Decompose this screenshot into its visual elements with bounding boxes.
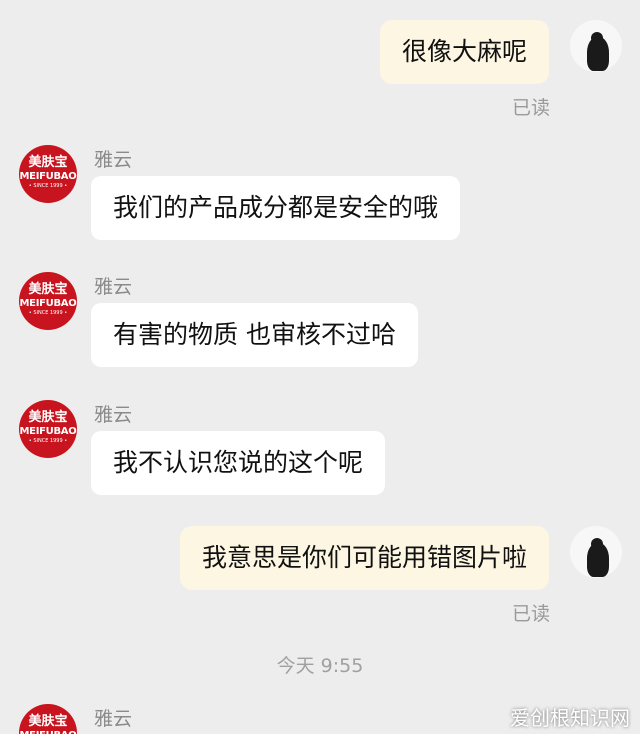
- time-separator: 今天 9:55: [276, 655, 364, 677]
- brand-avatar[interactable]: 美肤宝 MEIFUBAO • SINCE 1999 •: [19, 145, 77, 203]
- watermark: 爱创根知识网: [510, 706, 630, 730]
- brand-avatar[interactable]: 美肤宝 MEIFUBAO • SINCE 1999 •: [19, 272, 77, 330]
- sender-name: 雅云: [94, 708, 133, 730]
- user-avatar[interactable]: [570, 20, 622, 72]
- user-silhouette-icon: [587, 538, 609, 577]
- sender-name: 雅云: [94, 149, 133, 171]
- read-status: 已读: [511, 603, 550, 625]
- brand-logo-en: MEIFUBAO: [19, 298, 77, 309]
- sender-name: 雅云: [94, 404, 133, 426]
- brand-avatar[interactable]: 美肤宝 MEIFUBAO • SINCE 1999 •: [19, 704, 77, 734]
- brand-logo-en: MEIFUBAO: [19, 730, 77, 734]
- message-bubble-other[interactable]: 我不认识您说的这个呢: [91, 431, 386, 495]
- brand-logo-cn: 美肤宝: [28, 155, 68, 170]
- brand-logo-since: • SINCE 1999 •: [28, 183, 68, 189]
- user-silhouette-icon: [587, 32, 609, 71]
- chat-window: 很像大麻呢 已读 美肤宝 MEIFUBAO • SINCE 1999 • 雅云 …: [0, 0, 640, 734]
- message-bubble-other[interactable]: 有害的物质 也审核不过哈: [91, 303, 418, 367]
- brand-avatar[interactable]: 美肤宝 MEIFUBAO • SINCE 1999 •: [19, 400, 77, 458]
- brand-logo-cn: 美肤宝: [28, 282, 68, 297]
- user-avatar[interactable]: [570, 526, 622, 578]
- message-bubble-other[interactable]: 我们的产品成分都是安全的哦: [91, 176, 461, 240]
- message-bubble-self[interactable]: 我意思是你们可能用错图片啦: [179, 526, 549, 590]
- brand-logo-since: • SINCE 1999 •: [28, 438, 68, 444]
- brand-logo-since: • SINCE 1999 •: [28, 310, 68, 316]
- read-status: 已读: [511, 97, 550, 119]
- sender-name: 雅云: [94, 276, 133, 298]
- brand-logo-en: MEIFUBAO: [19, 426, 77, 437]
- brand-logo-cn: 美肤宝: [28, 714, 68, 729]
- brand-logo-en: MEIFUBAO: [19, 171, 77, 182]
- brand-logo-cn: 美肤宝: [28, 410, 68, 425]
- message-bubble-self[interactable]: 很像大麻呢: [379, 20, 549, 84]
